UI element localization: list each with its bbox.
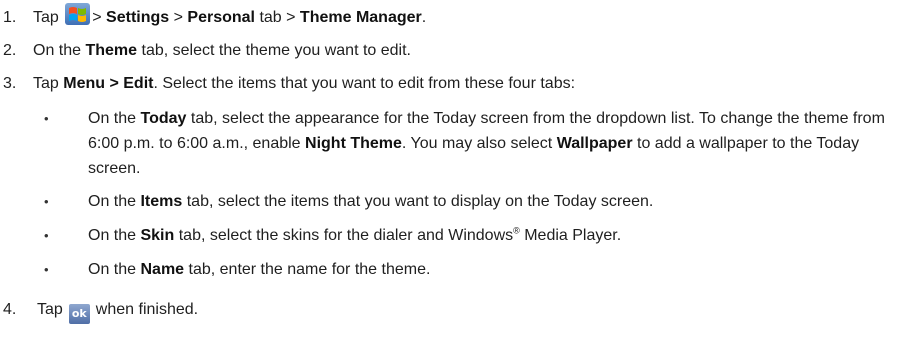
- bullet-dot: •: [44, 262, 49, 277]
- personal-label: Personal: [187, 9, 255, 26]
- bullet-dot: •: [44, 111, 49, 126]
- ok-icon: ok: [68, 304, 90, 324]
- step-3: 3. Tap Menu > Edit. Select the items that…: [3, 70, 575, 98]
- windows-start-icon: [65, 3, 91, 25]
- step-4: 4. Tap ok when finished.: [3, 296, 198, 324]
- registered-mark: ®: [513, 225, 520, 236]
- items-label: Items: [140, 193, 183, 210]
- theme-label: Theme: [85, 42, 138, 59]
- instructions-document: 1. Tap > Settings > Personal tab > Theme …: [0, 0, 906, 341]
- step-2: 2. On the Theme tab, select the theme you…: [3, 37, 411, 65]
- theme-manager-label: Theme Manager: [299, 9, 422, 26]
- step-number: 2.: [3, 42, 17, 59]
- today-label: Today: [140, 110, 187, 127]
- name-label: Name: [140, 261, 185, 278]
- wallpaper-label: Wallpaper: [556, 135, 633, 152]
- skin-label: Skin: [140, 227, 175, 244]
- step-number: 4.: [3, 301, 17, 318]
- bullet-dot: •: [44, 228, 49, 243]
- night-theme-label: Night Theme: [305, 135, 402, 152]
- step-number: 3.: [3, 75, 17, 92]
- menu-edit-label: Menu > Edit: [63, 75, 154, 92]
- settings-label: Settings: [106, 9, 170, 26]
- step-1: 1. Tap > Settings > Personal tab > Theme …: [3, 3, 426, 31]
- bullet-dot: •: [44, 194, 49, 209]
- step-number: 1.: [3, 9, 17, 26]
